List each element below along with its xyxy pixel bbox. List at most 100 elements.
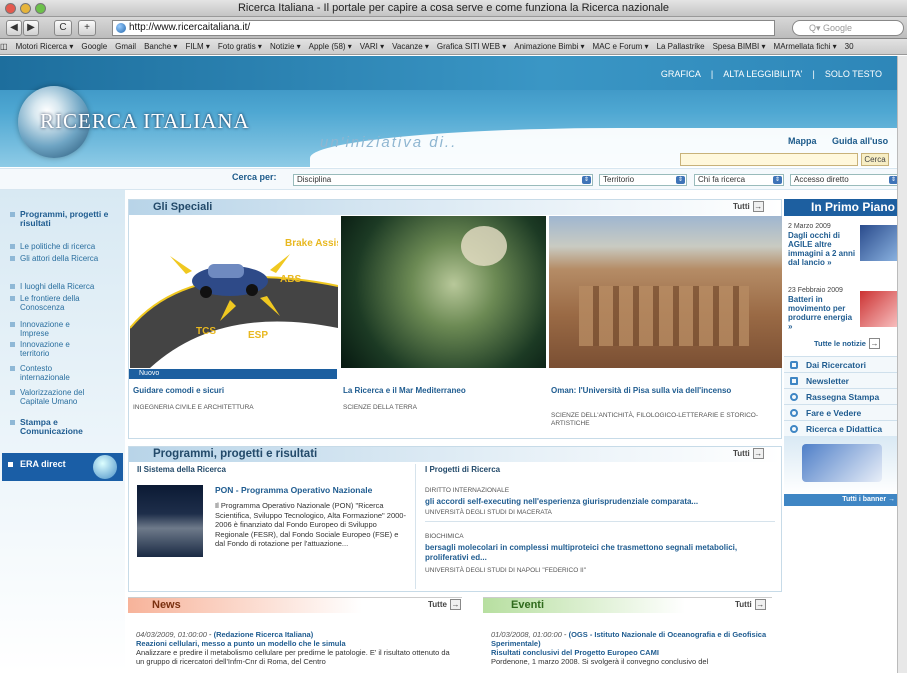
- bookmark-item[interactable]: Grafica SITI WEB ▾: [437, 42, 506, 51]
- era-logo-icon: [93, 455, 117, 479]
- link-grafica[interactable]: GRAFICA: [661, 69, 701, 79]
- card-title-oman[interactable]: Oman: l'Università di Pisa sulla via del…: [551, 386, 751, 396]
- mappa-link[interactable]: Mappa: [788, 136, 817, 146]
- eventi-item[interactable]: 01/03/2008, 01:00:00 - (OGS - Istituto N…: [491, 630, 767, 666]
- bullet-icon: [10, 342, 15, 347]
- browser-toolbar: ◀ ▶ C + http://www.ricercaitaliana.it/ Q…: [0, 17, 907, 39]
- cerca-button[interactable]: Cerca: [861, 153, 889, 166]
- agile-image[interactable]: [860, 225, 898, 261]
- chevron-down-icon: ⇕: [676, 176, 685, 184]
- site-header: GRAFICA | ALTA LEGGIBILITA' | SOLO TESTO RIC…: [0, 56, 907, 167]
- nav-item-territorio[interactable]: Innovazione e territorio: [10, 340, 95, 358]
- rassegna-stampa-link[interactable]: Rassegna Stampa: [784, 388, 901, 404]
- sistema-heading: Il Sistema della Ricerca: [137, 465, 226, 474]
- news-tutte-link[interactable]: Tutte →: [428, 599, 461, 610]
- bullet-icon: [10, 322, 15, 327]
- bookmark-item[interactable]: Motori Ricerca ▾: [16, 42, 74, 51]
- bookmark-item[interactable]: 30: [845, 42, 854, 51]
- space-station-image[interactable]: [137, 485, 203, 557]
- dai-ricercatori-link[interactable]: Dai Ricercatori: [784, 356, 901, 372]
- bookmark-item[interactable]: La Pallastrike: [657, 42, 705, 51]
- accesso-diretto-select[interactable]: Accesso diretto ⇕: [790, 174, 900, 186]
- era-direct-button[interactable]: ERA direct: [2, 453, 123, 481]
- tutti-banner-link[interactable]: Tutti i banner →: [784, 494, 901, 506]
- territorio-select[interactable]: Territorio ⇕: [599, 174, 687, 186]
- proj-uni-1: UNIVERSITÀ DEGLI STUDI DI MACERATA: [425, 509, 552, 516]
- url-field[interactable]: http://www.ricercaitaliana.it/: [112, 20, 775, 36]
- right-column: In Primo Piano 2 Marzo 2009 Dagli occhi …: [784, 199, 907, 673]
- coral-image[interactable]: [341, 216, 546, 368]
- site-search-input[interactable]: [680, 153, 858, 166]
- eventi-tutti-link[interactable]: Tutti →: [735, 599, 766, 610]
- primo-piano-item-1[interactable]: 2 Marzo 2009 Dagli occhi di AGILE altre …: [788, 223, 858, 267]
- programmi-panel: Programmi, progetti e risultati Tutti → I…: [128, 446, 782, 592]
- bookmark-item[interactable]: ◫: [0, 42, 8, 51]
- bullet-icon: [10, 284, 15, 289]
- nav-item-imprese[interactable]: Innovazione e Imprese: [10, 320, 95, 338]
- grid-icon: [790, 361, 798, 369]
- bullet-icon: [10, 366, 15, 371]
- oman-image[interactable]: [549, 216, 782, 368]
- ricerca-didattica-link[interactable]: Ricerca e Didattica: [784, 420, 901, 436]
- nav-item-valorizzazione[interactable]: Valorizzazione del Capitale Umano: [10, 388, 105, 406]
- forward-button[interactable]: ▶: [23, 20, 39, 36]
- bookmark-item[interactable]: MArmellata fichi ▾: [774, 42, 837, 51]
- nav-item-programmi[interactable]: Programmi, progetti e risultati: [10, 210, 125, 228]
- back-button[interactable]: ◀: [6, 20, 22, 36]
- primo-piano-item-2[interactable]: 23 Febbraio 2009 Batteri in movimento pe…: [788, 287, 858, 331]
- bookmark-item[interactable]: MAC e Forum ▾: [593, 42, 649, 51]
- nav-item-attori[interactable]: Gli attori della Ricerca: [10, 254, 100, 263]
- speciali-tutti-link[interactable]: Tutti →: [733, 201, 764, 212]
- left-nav: Programmi, progetti e risultati Le polit…: [0, 190, 125, 673]
- minimize-window-button[interactable]: [20, 3, 31, 14]
- bookmark-item[interactable]: Banche ▾: [144, 42, 177, 51]
- nav-item-stampa[interactable]: Stampa e Comunicazione: [10, 418, 105, 436]
- bookmark-item[interactable]: Foto gratis ▾: [218, 42, 262, 51]
- card-title-guidare[interactable]: Guidare comodi e sicuri: [133, 386, 333, 396]
- reload-button[interactable]: C: [54, 20, 72, 36]
- search-field[interactable]: Q▾ Google: [792, 20, 904, 36]
- speciali-title: Gli Speciali: [129, 200, 781, 215]
- add-bookmark-button[interactable]: +: [78, 20, 96, 36]
- bookmark-item[interactable]: Gmail: [115, 42, 136, 51]
- guida-link[interactable]: Guida all'uso: [832, 136, 888, 146]
- programmi-tutti-link[interactable]: Tutti →: [733, 448, 764, 459]
- window-title: Ricerca Italiana - Il portale per capire…: [237, 2, 670, 14]
- bookmark-item[interactable]: VARI ▾: [360, 42, 384, 51]
- bullet-icon: [10, 420, 15, 425]
- newsletter-link[interactable]: Newsletter: [784, 372, 901, 388]
- nav-item-luoghi[interactable]: I luoghi della Ricerca: [10, 282, 94, 291]
- tutte-notizie-link[interactable]: Tutte le notizie →: [814, 338, 880, 349]
- bookmark-item[interactable]: Spesa BIMBI ▾: [713, 42, 766, 51]
- bullet-icon: [10, 390, 15, 395]
- bullet-icon: [10, 256, 15, 261]
- nav-item-politiche[interactable]: Le politiche di ricerca: [10, 242, 95, 251]
- close-window-button[interactable]: [5, 3, 16, 14]
- nav-item-contesto[interactable]: Contesto internazionale: [10, 364, 95, 382]
- bookmark-item[interactable]: Notizie ▾: [270, 42, 301, 51]
- page-scrollbar[interactable]: [897, 56, 907, 673]
- proj-title-1[interactable]: gli accordi self-executing nell'esperien…: [425, 497, 775, 506]
- nav-item-frontiere[interactable]: Le frontiere della Conoscenza: [10, 294, 105, 312]
- bookmark-item[interactable]: Vacanze ▾: [392, 42, 429, 51]
- bookmark-item[interactable]: Google: [81, 42, 107, 51]
- batteri-image[interactable]: [860, 291, 898, 327]
- banner-image[interactable]: [784, 436, 901, 494]
- disciplina-select[interactable]: Disciplina ⇕: [293, 174, 593, 186]
- site-logo[interactable]: RICERCA ITALIANA: [40, 109, 250, 134]
- eventi-title: Eventi: [483, 598, 772, 613]
- pon-title[interactable]: PON - Programma Operativo Nazionale: [215, 485, 372, 495]
- news-item[interactable]: 04/03/2009, 01:00:00 - (Redazione Ricerc…: [136, 630, 456, 666]
- link-alta-leggibilita[interactable]: ALTA LEGGIBILITA': [723, 69, 802, 79]
- fare-vedere-link[interactable]: Fare e Vedere: [784, 404, 901, 420]
- bookmark-item[interactable]: Animazione Bimbi ▾: [514, 42, 584, 51]
- bookmark-item[interactable]: Apple (58) ▾: [309, 42, 352, 51]
- zoom-window-button[interactable]: [35, 3, 46, 14]
- chi-fa-ricerca-select[interactable]: Chi fa ricerca ⇕: [694, 174, 784, 186]
- card-title-mediterraneo[interactable]: La Ricerca e il Mar Mediterraneo: [343, 386, 543, 396]
- car-image[interactable]: Brake Assist ABS TCS ESP: [130, 216, 338, 368]
- bookmark-item[interactable]: FILM ▾: [185, 42, 209, 51]
- proj-title-2[interactable]: bersagli molecolari in complessi multipr…: [425, 543, 765, 563]
- browser-window: Ricerca Italiana - Il portale per capire…: [0, 0, 907, 673]
- link-solo-testo[interactable]: SOLO TESTO: [825, 69, 882, 79]
